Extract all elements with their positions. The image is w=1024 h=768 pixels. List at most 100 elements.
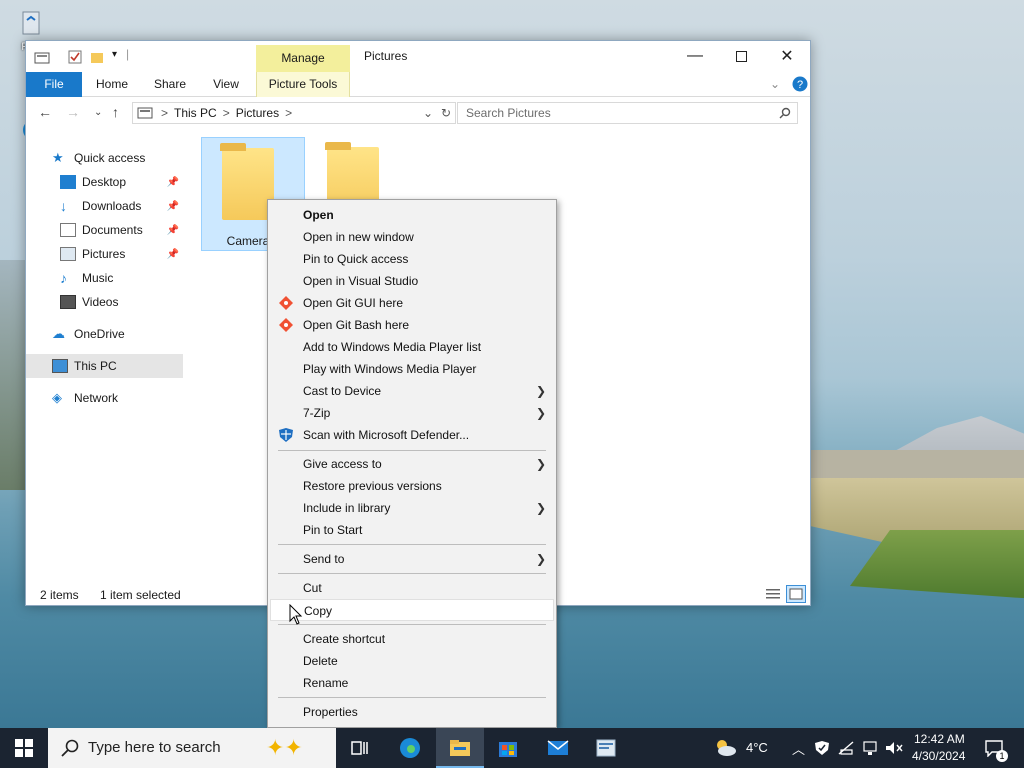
menu-pin-quick-access[interactable]: Pin to Quick access <box>270 248 554 270</box>
svg-text:?: ? <box>797 79 803 91</box>
nav-desktop[interactable]: Desktop 📌 <box>26 170 183 194</box>
breadcrumb-sep: > <box>222 106 230 120</box>
windows-start-icon[interactable] <box>12 736 36 760</box>
maximize-icon <box>735 50 747 62</box>
menu-cast-to-device[interactable]: Cast to Device ❯ <box>270 380 554 402</box>
window-title: Pictures <box>364 49 408 63</box>
ethernet-icon[interactable] <box>862 740 880 756</box>
menu-send-to[interactable]: Send to ❯ <box>270 548 554 570</box>
nav-quick-access[interactable]: ★ Quick access <box>26 146 183 170</box>
nav-network[interactable]: ◈ Network <box>26 386 183 410</box>
clock-time[interactable]: 12:42 AM <box>914 732 965 746</box>
menu-git-bash[interactable]: Open Git Bash here <box>270 314 554 336</box>
nav-music[interactable]: ♪ Music <box>26 266 183 290</box>
chevron-up-icon[interactable]: ︿ <box>792 739 805 758</box>
notepad-app-icon[interactable] <box>594 736 618 760</box>
defender-tray-icon[interactable] <box>814 740 830 756</box>
new-folder-icon[interactable] <box>90 50 104 64</box>
details-view-icon[interactable] <box>764 585 782 603</box>
address-dropdown-icon[interactable]: ⌄ <box>423 106 433 120</box>
menu-include-library[interactable]: Include in library ❯ <box>270 497 554 519</box>
breadcrumb-pictures[interactable]: Pictures <box>236 106 279 120</box>
nav-downloads[interactable]: ↓ Downloads 📌 <box>26 194 183 218</box>
close-button[interactable]: ✕ <box>764 41 810 71</box>
menu-add-wmp-list[interactable]: Add to Windows Media Player list <box>270 336 554 358</box>
mouse-cursor-icon <box>289 604 303 625</box>
nav-label: This PC <box>74 359 117 373</box>
tab-view[interactable]: View <box>204 72 248 97</box>
edge-browser-icon[interactable] <box>398 736 422 760</box>
menu-restore-versions[interactable]: Restore previous versions <box>270 475 554 497</box>
volume-muted-icon[interactable] <box>884 740 904 756</box>
address-sep-icon: > <box>161 106 169 120</box>
nav-label: Desktop <box>82 175 127 189</box>
menu-give-access[interactable]: Give access to ❯ <box>270 453 554 475</box>
minimize-button[interactable]: — <box>672 41 718 71</box>
menu-cut[interactable]: Cut <box>270 577 554 599</box>
menu-play-wmp[interactable]: Play with Windows Media Player <box>270 358 554 380</box>
cloud-icon: ☁ <box>52 326 65 341</box>
menu-defender-scan[interactable]: Scan with Microsoft Defender... <box>270 424 554 446</box>
desktop-icon <box>60 175 76 189</box>
large-icons-view-icon[interactable] <box>786 585 806 603</box>
menu-properties[interactable]: Properties <box>270 701 554 723</box>
nav-videos[interactable]: Videos <box>26 290 183 314</box>
mail-icon[interactable] <box>546 736 570 760</box>
ribbon-tabs: File Home Share View Picture Tools ⌄ ? <box>26 72 810 97</box>
tab-file[interactable]: File <box>26 72 82 97</box>
forward-button[interactable]: → <box>66 104 80 120</box>
properties-check-icon[interactable] <box>68 50 82 64</box>
menu-pin-start[interactable]: Pin to Start <box>270 519 554 541</box>
recent-locations-icon[interactable]: ⌄ <box>94 107 102 118</box>
store-icon[interactable] <box>496 736 520 760</box>
pin-icon: 📌 <box>166 200 179 212</box>
nav-this-pc[interactable]: This PC <box>26 354 183 378</box>
menu-create-shortcut[interactable]: Create shortcut <box>270 628 554 650</box>
search-placeholder: Search Pictures <box>466 106 551 120</box>
menu-label: Include in library <box>303 501 391 515</box>
sparkle-icon: ✦✦ <box>266 735 303 760</box>
git-icon <box>279 318 293 332</box>
address-bar[interactable]: > This PC > Pictures > ⌄ ↻ <box>132 102 456 124</box>
breadcrumb-this-pc[interactable]: This PC <box>174 106 217 120</box>
nav-label: Quick access <box>74 151 146 165</box>
nav-pictures[interactable]: Pictures 📌 <box>26 242 183 266</box>
quick-access-toolbar-dropdown-icon[interactable]: ▾ <box>112 49 117 60</box>
nav-documents[interactable]: Documents 📌 <box>26 218 183 242</box>
wallpaper-shore <box>810 450 1024 480</box>
menu-rename[interactable]: Rename <box>270 672 554 694</box>
taskbar-search-box[interactable]: Type here to search ✦✦ <box>48 728 336 768</box>
menu-label: Send to <box>303 552 345 566</box>
network-disconnected-icon[interactable] <box>838 740 856 756</box>
tab-share[interactable]: Share <box>146 72 194 97</box>
menu-delete[interactable]: Delete <box>270 650 554 672</box>
manage-tab[interactable]: Manage <box>256 45 350 72</box>
refresh-icon[interactable]: ↻ <box>441 106 451 120</box>
tab-picture-tools[interactable]: Picture Tools <box>256 72 350 97</box>
search-input[interactable]: Search Pictures <box>457 102 798 124</box>
menu-open-new-window[interactable]: Open in new window <box>270 226 554 248</box>
maximize-button[interactable] <box>718 41 764 71</box>
pictures-icon <box>60 247 76 261</box>
nav-onedrive[interactable]: ☁ OneDrive <box>26 322 183 346</box>
menu-open-visual-studio[interactable]: Open in Visual Studio <box>270 270 554 292</box>
task-view-icon[interactable] <box>348 736 372 760</box>
tab-home[interactable]: Home <box>88 72 136 97</box>
chevron-right-icon: ❯ <box>535 384 546 398</box>
help-icon[interactable]: ? <box>792 76 808 92</box>
ribbon-expand-icon[interactable]: ⌄ <box>770 77 780 91</box>
menu-7zip[interactable]: 7-Zip ❯ <box>270 402 554 424</box>
back-button[interactable]: ← <box>38 104 52 120</box>
music-icon: ♪ <box>60 270 67 286</box>
weather-icon[interactable] <box>712 736 740 760</box>
up-button[interactable]: ↑ <box>112 104 119 120</box>
menu-copy[interactable]: Copy <box>270 599 554 621</box>
menu-git-gui[interactable]: Open Git GUI here <box>270 292 554 314</box>
network-icon: ◈ <box>52 390 62 405</box>
taskbar-explorer-active[interactable] <box>436 728 484 768</box>
clock-date[interactable]: 4/30/2024 <box>912 749 965 763</box>
weather-temp[interactable]: 4°C <box>746 740 768 755</box>
title-bar: ▾ | Manage Pictures — ✕ <box>26 41 810 72</box>
git-icon <box>279 296 293 310</box>
menu-open[interactable]: Open <box>270 204 554 226</box>
